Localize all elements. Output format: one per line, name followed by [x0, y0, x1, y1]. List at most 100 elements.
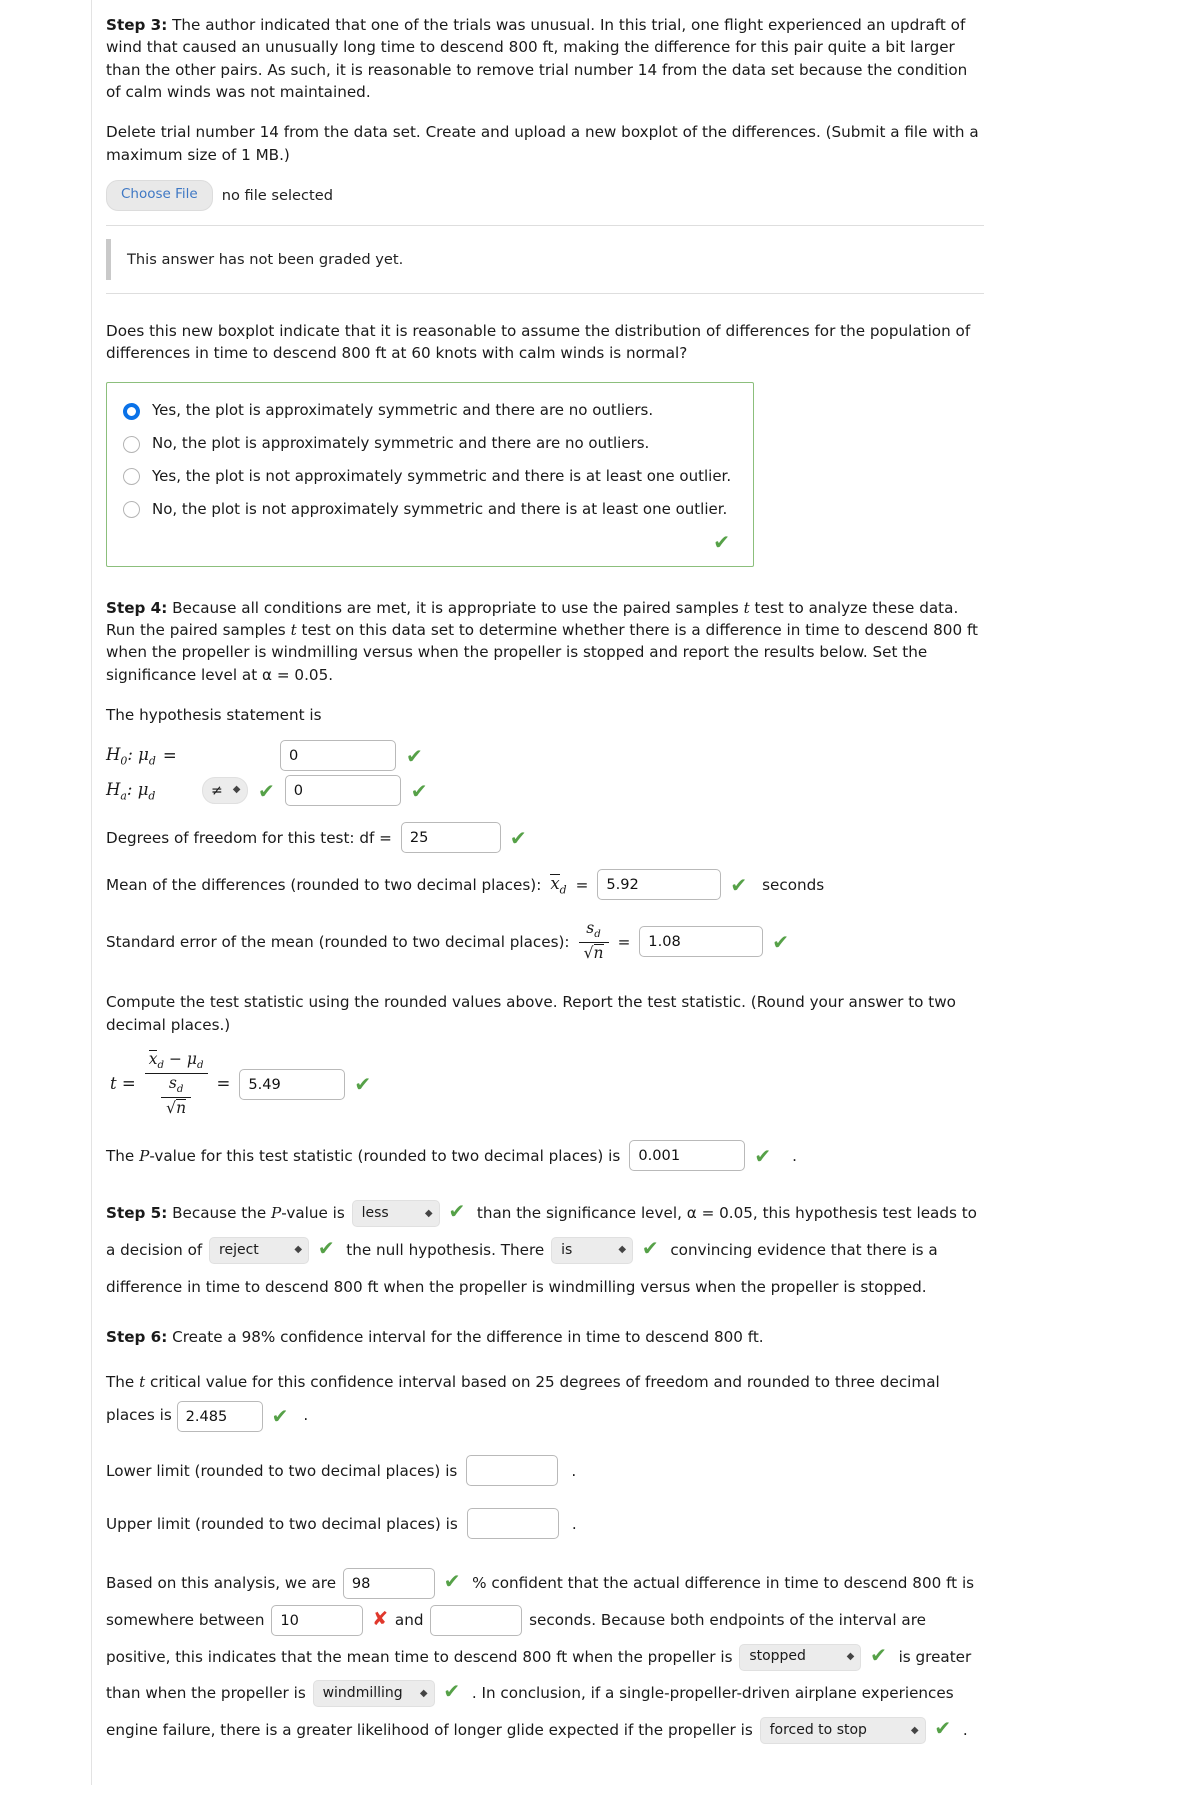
checkmark-icon: ✔ [730, 872, 748, 897]
radio-button-icon[interactable] [123, 468, 140, 486]
assignment-page: Step 3: The author indicated that one of… [0, 0, 1200, 1785]
lower-limit-row: Lower limit (rounded to two decimal plac… [106, 1455, 984, 1487]
upper-limit-input[interactable] [466, 1508, 559, 1540]
t-denominator: sd √n [157, 1074, 195, 1118]
step3-paragraph: Step 3: The author indicated that one of… [106, 14, 984, 103]
pvalue-comparison-value: less [361, 1204, 389, 1221]
evidence-select[interactable]: is ◆ [551, 1237, 634, 1265]
h0-label: H0: μd = [106, 743, 224, 769]
h0-symbol: H0: μd [106, 744, 156, 767]
radio-option-1[interactable]: Yes, the plot is approximately symmetric… [121, 395, 739, 428]
p-italic: P [271, 1204, 282, 1223]
checkmark-icon: ✔ [354, 1072, 372, 1097]
decision-value: reject [219, 1241, 259, 1258]
sem-input[interactable] [639, 926, 764, 958]
chevron-updown-icon: ◆ [294, 1244, 302, 1256]
mean-input[interactable] [597, 869, 722, 901]
step4-label: Step 4: [106, 598, 168, 617]
test-statistic-input[interactable] [239, 1068, 346, 1100]
step5-label: Step 5: [106, 1204, 168, 1223]
df-label: Degrees of freedom for this test: df = [106, 828, 392, 847]
h0-value-input[interactable] [280, 740, 396, 772]
step4-body-1: Because all conditions are met, it is ap… [167, 598, 744, 617]
chevron-updown-icon: ◆ [232, 784, 241, 796]
radio-option-label: Yes, the plot is approximately symmetric… [152, 401, 654, 420]
no-file-selected-text: no file selected [221, 186, 334, 204]
checkmark-icon: ✔ [406, 743, 423, 768]
t-numerator: xd − μd [148, 1049, 204, 1072]
h0-operator: = [162, 745, 177, 765]
conclusion-seg5: seconds. Because both endpoints of the [529, 1610, 834, 1629]
boxplot-answer-status: ✔ [121, 526, 739, 557]
ha-operator-select[interactable]: ≠ ◆ [202, 777, 248, 805]
left-margin-rule [91, 0, 92, 1785]
boxplot-answer-group: Yes, the plot is approximately symmetric… [106, 382, 754, 567]
pvalue-period: . [792, 1146, 797, 1165]
evidence-value: is [561, 1241, 573, 1258]
confidence-level-input[interactable] [342, 1568, 435, 1600]
checkmark-icon: ✔ [271, 1404, 289, 1429]
step6-body: Create a 98% confidence interval for the… [167, 1327, 764, 1346]
checkmark-icon: ✔ [317, 1236, 335, 1261]
mean-units: seconds [762, 875, 825, 894]
ha-operator-value: ≠ [211, 782, 223, 799]
step3-upload-instruction: Delete trial number 14 from the data set… [106, 123, 979, 164]
pvalue-input[interactable] [629, 1140, 746, 1172]
df-input[interactable] [400, 822, 501, 854]
decision-select[interactable]: reject ◆ [209, 1237, 310, 1265]
radio-option-3[interactable]: Yes, the plot is not approximately symme… [121, 461, 739, 494]
tcritical-input[interactable] [176, 1400, 263, 1432]
sem-fraction: sd √n [578, 919, 609, 963]
ci-upper-input[interactable] [430, 1604, 523, 1636]
step6-label: Step 6: [106, 1327, 168, 1346]
step5-seg3: than the significance level, α = 0.05, t… [476, 1204, 912, 1223]
propeller-state-select-2[interactable]: windmilling ◆ [312, 1680, 435, 1708]
cross-icon: ✘ [372, 1607, 389, 1630]
checkmark-icon: ✔ [410, 778, 428, 803]
sem-equals: = [617, 932, 631, 951]
pvalue-comparison-select[interactable]: less ◆ [351, 1200, 440, 1228]
radio-option-2[interactable]: No, the plot is approximately symmetric … [121, 428, 739, 461]
step5-seg5: the null hypothesis. There [346, 1241, 545, 1260]
grading-notice-text: This answer has not been graded yet. [106, 238, 984, 280]
propeller-state-select-1[interactable]: stopped ◆ [739, 1643, 862, 1671]
step6-paragraph: Step 6: Create a 98% confidence interval… [106, 1326, 984, 1348]
radio-button-icon[interactable] [123, 501, 140, 519]
upper-limit-label: Upper limit (rounded to two decimal plac… [106, 1514, 458, 1533]
hypothesis-heading: The hypothesis statement is [106, 705, 322, 724]
radio-option-label: Yes, the plot is not approximately symme… [152, 466, 732, 485]
sem-label: Standard error of the mean (rounded to t… [106, 932, 570, 951]
df-row: Degrees of freedom for this test: df = ✔ [106, 822, 984, 854]
step3-label: Step 3: [106, 16, 168, 34]
ha-symbol: Ha: μd [106, 779, 156, 802]
checkmark-icon: ✔ [870, 1642, 887, 1667]
tcrit-seg1: The [106, 1372, 140, 1391]
step3-body: The author indicated that one of the tri… [106, 16, 968, 102]
checkmark-icon: ✔ [713, 530, 730, 555]
radio-button-icon[interactable] [123, 402, 140, 420]
conclusion-seg1: Based on this analysis, we are [106, 1574, 337, 1593]
ha-value-input[interactable] [284, 775, 401, 807]
propeller-state-value-3: forced to stop [769, 1721, 867, 1738]
tcritical-block: The t critical value for this confidence… [106, 1366, 984, 1433]
propeller-state-value-1: stopped [749, 1648, 806, 1665]
chevron-updown-icon: ◆ [846, 1651, 855, 1663]
t-inner-numerator: sd [168, 1074, 184, 1096]
checkmark-icon: ✔ [641, 1236, 659, 1261]
checkmark-icon: ✔ [754, 1143, 772, 1168]
mean-equals: = [575, 875, 589, 894]
ci-lower-input[interactable] [271, 1604, 364, 1636]
t-outer-fraction: xd − μd sd √n [144, 1049, 208, 1118]
test-statistic-instruction: Compute the test statistic using the rou… [106, 993, 956, 1034]
lower-limit-input[interactable] [466, 1455, 559, 1487]
grading-notice-box: This answer has not been graded yet. [106, 224, 984, 294]
choose-file-button[interactable]: Choose File [106, 180, 213, 211]
radio-button-icon[interactable] [123, 435, 140, 453]
propeller-state-select-3[interactable]: forced to stop ◆ [759, 1717, 926, 1745]
step5-seg2: -value is [281, 1204, 345, 1223]
checkmark-icon: ✔ [443, 1569, 461, 1594]
test-statistic-formula-row: t = xd − μd sd √n = ✔ [110, 1049, 984, 1118]
conclusion-block: Based on this analysis, we are ✔ % confi… [106, 1565, 984, 1749]
radio-option-4[interactable]: No, the plot is not approximately symmet… [121, 494, 739, 527]
radio-option-label: No, the plot is not approximately symmet… [152, 499, 728, 518]
